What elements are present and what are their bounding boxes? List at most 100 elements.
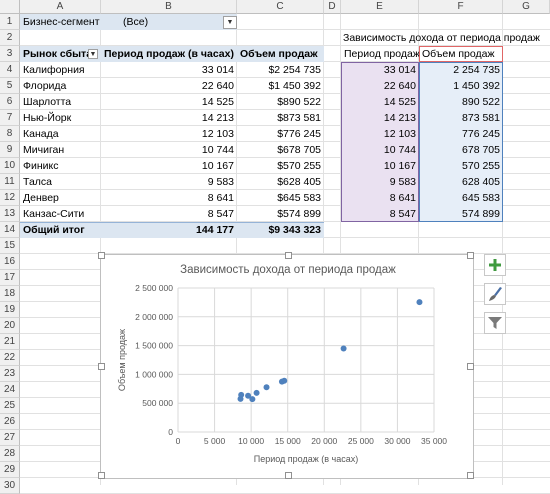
row-header-30[interactable]: 30 (0, 478, 20, 494)
row-header-18[interactable]: 18 (0, 286, 20, 302)
pivot-cell[interactable]: $645 583 (237, 190, 324, 206)
pivot-cell[interactable]: 10 167 (101, 158, 237, 174)
select-all-corner[interactable] (0, 0, 20, 14)
filter-funnel-icon[interactable]: ▼ (88, 49, 98, 59)
resize-handle-tr[interactable] (467, 252, 474, 259)
pivot-cell[interactable]: Мичиган (20, 142, 101, 158)
chart-filters-button[interactable] (484, 312, 506, 334)
row-header-21[interactable]: 21 (0, 334, 20, 350)
row-header-20[interactable]: 20 (0, 318, 20, 334)
side-table-cell[interactable]: 2 254 735 (419, 62, 503, 78)
column-header-f[interactable]: F (419, 0, 503, 14)
row-header-9[interactable]: 9 (0, 142, 20, 158)
chart-styles-button[interactable] (484, 283, 506, 305)
side-header-period[interactable]: Период продаж (341, 46, 419, 62)
row-header-3[interactable]: 3 (0, 46, 20, 62)
resize-handle-t[interactable] (285, 252, 292, 259)
row-header-11[interactable]: 11 (0, 174, 20, 190)
pivot-cell[interactable]: 8 641 (101, 190, 237, 206)
side-table-cell[interactable]: 10 167 (341, 158, 419, 174)
resize-handle-br[interactable] (467, 472, 474, 479)
column-header-b[interactable]: B (101, 0, 237, 14)
side-table-cell[interactable]: 776 245 (419, 126, 503, 142)
pivot-cell[interactable]: 9 583 (101, 174, 237, 190)
chart-elements-button[interactable] (484, 254, 506, 276)
pivot-cell[interactable]: 12 103 (101, 126, 237, 142)
side-table-cell[interactable]: 22 640 (341, 78, 419, 94)
pivot-cell[interactable]: $890 522 (237, 94, 324, 110)
pivot-cell[interactable]: $873 581 (237, 110, 324, 126)
row-header-24[interactable]: 24 (0, 382, 20, 398)
row-header-6[interactable]: 6 (0, 94, 20, 110)
side-table-cell[interactable]: 33 014 (341, 62, 419, 78)
row-header-1[interactable]: 1 (0, 14, 20, 30)
side-table-cell[interactable]: 9 583 (341, 174, 419, 190)
side-table-cell[interactable]: 645 583 (419, 190, 503, 206)
row-header-26[interactable]: 26 (0, 414, 20, 430)
pivot-cell[interactable]: 14 525 (101, 94, 237, 110)
row-header-14[interactable]: 14 (0, 222, 20, 238)
side-table-cell[interactable]: 10 744 (341, 142, 419, 158)
pivot-cell[interactable]: Талса (20, 174, 101, 190)
side-table-cell[interactable]: 8 547 (341, 206, 419, 222)
resize-handle-r[interactable] (467, 363, 474, 370)
row-header-25[interactable]: 25 (0, 398, 20, 414)
row-header-12[interactable]: 12 (0, 190, 20, 206)
side-table-cell[interactable]: 890 522 (419, 94, 503, 110)
row-header-4[interactable]: 4 (0, 62, 20, 78)
pivot-header-volume[interactable]: Объем продаж (237, 46, 324, 62)
pivot-cell[interactable]: Канзас-Сити (20, 206, 101, 222)
row-header-10[interactable]: 10 (0, 158, 20, 174)
row-header-8[interactable]: 8 (0, 126, 20, 142)
row-header-15[interactable]: 15 (0, 238, 20, 254)
side-table-cell[interactable]: 574 899 (419, 206, 503, 222)
pivot-cell[interactable]: $570 255 (237, 158, 324, 174)
column-header-c[interactable]: C (237, 0, 324, 14)
pivot-cell[interactable]: 33 014 (101, 62, 237, 78)
column-header-d[interactable]: D (324, 0, 341, 14)
resize-handle-l[interactable] (98, 363, 105, 370)
pivot-cell[interactable]: Канада (20, 126, 101, 142)
side-table-cell[interactable]: 1 450 392 (419, 78, 503, 94)
pivot-cell[interactable]: Финикс (20, 158, 101, 174)
pivot-cell[interactable]: $678 705 (237, 142, 324, 158)
column-header-g[interactable]: G (503, 0, 550, 14)
filter-dropdown-button[interactable]: ▼ (223, 16, 237, 29)
pivot-cell[interactable]: $2 254 735 (237, 62, 324, 78)
row-header-16[interactable]: 16 (0, 254, 20, 270)
row-header-19[interactable]: 19 (0, 302, 20, 318)
row-header-13[interactable]: 13 (0, 206, 20, 222)
pivot-cell[interactable]: Шарлотта (20, 94, 101, 110)
pivot-cell[interactable]: $628 405 (237, 174, 324, 190)
pivot-cell[interactable]: 22 640 (101, 78, 237, 94)
pivot-cell[interactable]: $776 245 (237, 126, 324, 142)
scatter-chart[interactable]: Зависимость дохода от периода продаж 0 500… (98, 252, 474, 479)
pivot-cell[interactable]: $1 450 392 (237, 78, 324, 94)
row-header-28[interactable]: 28 (0, 446, 20, 462)
pivot-cell[interactable]: 14 213 (101, 110, 237, 126)
side-header-volume[interactable]: Объем продаж (419, 46, 503, 62)
resize-handle-b[interactable] (285, 472, 292, 479)
pivot-header-period[interactable]: Период продаж (в часах) (101, 46, 237, 62)
row-header-27[interactable]: 27 (0, 430, 20, 446)
side-table-cell[interactable]: 678 705 (419, 142, 503, 158)
resize-handle-tl[interactable] (98, 252, 105, 259)
row-header-7[interactable]: 7 (0, 110, 20, 126)
side-table-cell[interactable]: 12 103 (341, 126, 419, 142)
pivot-cell[interactable]: Нью-Йорк (20, 110, 101, 126)
row-header-17[interactable]: 17 (0, 270, 20, 286)
pivot-cell[interactable]: 8 547 (101, 206, 237, 222)
resize-handle-bl[interactable] (98, 472, 105, 479)
side-table-cell[interactable]: 873 581 (419, 110, 503, 126)
pivot-cell[interactable]: Калифорния (20, 62, 101, 78)
pivot-cell[interactable]: Флорида (20, 78, 101, 94)
side-table-cell[interactable]: 628 405 (419, 174, 503, 190)
pivot-cell[interactable]: $574 899 (237, 206, 324, 222)
side-table-cell[interactable]: 570 255 (419, 158, 503, 174)
pivot-cell[interactable]: Денвер (20, 190, 101, 206)
side-table-cell[interactable]: 14 213 (341, 110, 419, 126)
pivot-cell[interactable]: 10 744 (101, 142, 237, 158)
row-header-2[interactable]: 2 (0, 30, 20, 46)
column-header-a[interactable]: A (20, 0, 101, 14)
column-header-e[interactable]: E (341, 0, 419, 14)
